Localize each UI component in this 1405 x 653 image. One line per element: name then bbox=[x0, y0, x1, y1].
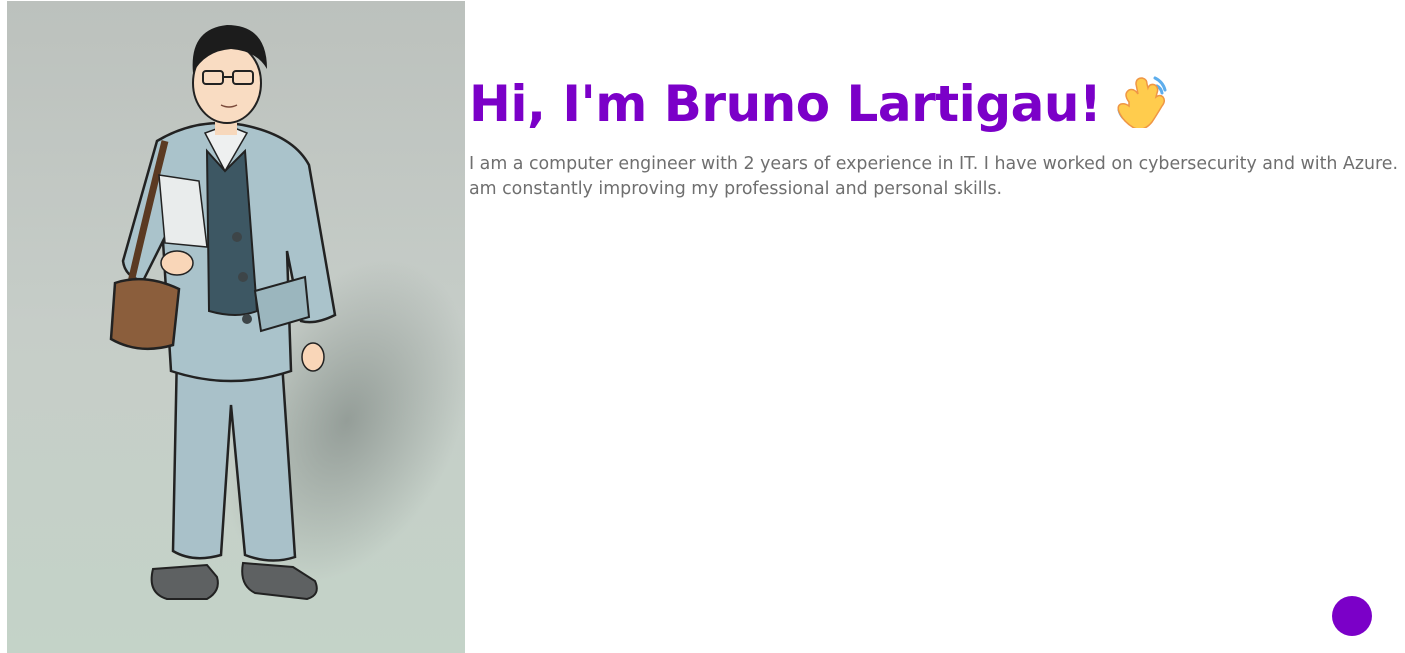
page: Hi, I'm Bruno Lartigau! I am a computer … bbox=[0, 0, 1405, 653]
hero-content: Hi, I'm Bruno Lartigau! I am a computer … bbox=[469, 70, 1405, 202]
portrait-image bbox=[7, 1, 465, 653]
waving-hand-icon bbox=[1115, 72, 1171, 130]
intro-text: I am a computer engineer with 2 years of… bbox=[469, 154, 1405, 199]
title-row: Hi, I'm Bruno Lartigau! bbox=[469, 70, 1405, 138]
floating-action-button[interactable] bbox=[1332, 596, 1372, 636]
page-title: Hi, I'm Bruno Lartigau! bbox=[469, 75, 1102, 133]
